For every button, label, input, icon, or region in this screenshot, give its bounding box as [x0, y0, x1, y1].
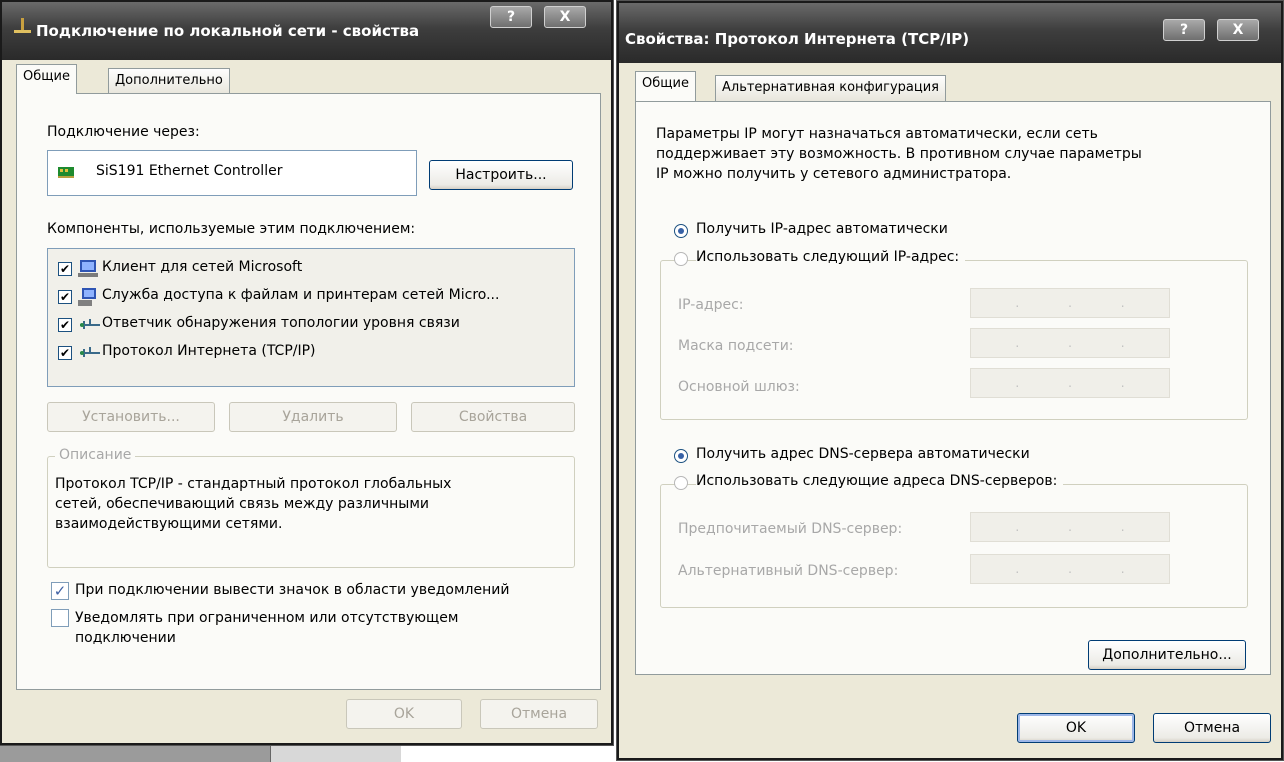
dns-auto-label[interactable]: Получить адрес DNS-сервера автоматически — [696, 446, 1030, 462]
component-label: Ответчик обнаружения топологии уровня св… — [102, 315, 460, 331]
ip-manual-label[interactable]: Использовать следующий IP-адрес: — [696, 249, 966, 265]
cancel-button[interactable]: Отмена — [1153, 713, 1271, 743]
network-card-icon — [58, 165, 78, 183]
component-checkbox[interactable]: ✔ — [58, 262, 72, 276]
tab-panel: Параметры IP могут назначаться автоматич… — [635, 101, 1271, 675]
dns-manual-label[interactable]: Использовать следующие адреса DNS-сервер… — [696, 473, 1064, 489]
description-line: сетей, обеспечивающий связь между различ… — [55, 496, 429, 512]
intro-line: Параметры IP могут назначаться автоматич… — [656, 126, 1098, 142]
ok-button[interactable]: OK — [1017, 713, 1135, 743]
close-button[interactable]: X — [1217, 19, 1259, 41]
adapter-box: SiS191 Ethernet Controller — [47, 150, 417, 196]
components-label: Компоненты, используемые этим подключени… — [47, 221, 416, 237]
description-group — [47, 456, 575, 568]
gateway-label: Основной шлюз: — [678, 379, 800, 395]
description-legend: Описание — [55, 447, 136, 463]
notify-checkbox[interactable] — [51, 609, 69, 627]
show-icon-label[interactable]: При подключении вывести значок в области… — [75, 582, 509, 598]
component-checkbox[interactable]: ✔ — [58, 346, 72, 360]
protocol-icon — [78, 345, 102, 365]
ip-manual-radio[interactable] — [674, 252, 688, 266]
notify-label-cont[interactable]: подключении — [75, 630, 176, 646]
component-checkbox[interactable]: ✔ — [58, 290, 72, 304]
dns-manual-radio[interactable] — [674, 476, 688, 490]
tab-general[interactable]: Общие — [16, 64, 77, 94]
tab-panel: Подключение через: SiS191 Ethernet Contr… — [16, 93, 601, 690]
tab-advanced[interactable]: Дополнительно — [108, 68, 230, 94]
tab-alternate-config[interactable]: Альтернативная конфигурация — [715, 75, 946, 101]
cancel-button[interactable]: Отмена — [480, 699, 598, 729]
component-checkbox[interactable]: ✔ — [58, 318, 72, 332]
tab-general[interactable]: Общие — [635, 71, 696, 101]
network-client-icon — [78, 259, 100, 283]
install-button[interactable]: Установить... — [47, 402, 215, 432]
intro-line: поддерживает эту возможность. В противно… — [656, 146, 1142, 162]
help-button[interactable]: ? — [1163, 19, 1205, 41]
description-line: взаимодействующими сетями. — [55, 516, 283, 532]
remove-button[interactable]: Удалить — [229, 402, 397, 432]
network-connection-icon — [12, 16, 32, 40]
ip-address-label: IP-адрес: — [678, 297, 744, 313]
dialog-client: Общие Альтернативная конфигурация Параме… — [619, 63, 1281, 758]
dns-preferred-field[interactable]: ... — [970, 512, 1170, 542]
components-list[interactable]: ✔ Клиент для сетей Microsoft ✔ Служба до… — [47, 248, 575, 387]
protocol-icon — [78, 317, 102, 337]
title-bar[interactable]: Подключение по локальной сети - свойства… — [2, 2, 611, 60]
subnet-field[interactable]: ... — [970, 328, 1170, 358]
dns-alternate-field[interactable]: ... — [970, 554, 1170, 584]
component-label: Служба доступа к файлам и принтерам сете… — [102, 287, 500, 303]
adapter-name: SiS191 Ethernet Controller — [96, 163, 283, 179]
ip-address-field[interactable]: ... — [970, 288, 1170, 318]
dns-auto-radio[interactable] — [674, 449, 688, 463]
configure-button[interactable]: Настроить... — [429, 160, 573, 190]
tcpip-properties-window: Свойства: Протокол Интернета (TCP/IP) ? … — [617, 1, 1283, 760]
close-button[interactable]: X — [544, 6, 586, 28]
dns-manual-group — [660, 484, 1248, 608]
help-button[interactable]: ? — [490, 6, 532, 28]
subnet-label: Маска подсети: — [678, 338, 794, 354]
ip-auto-radio[interactable] — [674, 224, 688, 238]
dns-alternate-label: Альтернативный DNS-сервер: — [678, 563, 899, 579]
dialog-client: Общие Дополнительно Подключение через: S… — [2, 60, 611, 743]
description-line: Протокол TCP/IP - стандартный протокол г… — [55, 476, 452, 492]
notify-label[interactable]: Уведомлять при ограниченном или отсутств… — [75, 610, 458, 626]
properties-button[interactable]: Свойства — [411, 402, 575, 432]
file-printer-share-icon — [78, 287, 100, 311]
title-bar[interactable]: Свойства: Протокол Интернета (TCP/IP) ? … — [619, 3, 1281, 63]
ok-button[interactable]: OK — [346, 699, 462, 729]
lan-properties-window: Подключение по локальной сети - свойства… — [0, 0, 613, 745]
gateway-field[interactable]: ... — [970, 368, 1170, 398]
ip-auto-label[interactable]: Получить IP-адрес автоматически — [696, 221, 948, 237]
connect-via-label: Подключение через: — [47, 124, 200, 140]
dns-preferred-label: Предпочитаемый DNS-сервер: — [678, 521, 903, 537]
window-title: Подключение по локальной сети - свойства — [36, 22, 420, 40]
taskbar-fragment — [0, 742, 270, 762]
advanced-button[interactable]: Дополнительно... — [1088, 640, 1246, 670]
taskbar-fragment-light — [270, 742, 401, 762]
window-title: Свойства: Протокол Интернета (TCP/IP) — [625, 30, 970, 48]
component-label: Протокол Интернета (TCP/IP) — [102, 343, 316, 359]
show-icon-checkbox[interactable]: ✓ — [51, 582, 69, 600]
component-label: Клиент для сетей Microsoft — [102, 259, 303, 275]
intro-line: IP можно получить у сетевого администрат… — [656, 166, 1012, 182]
